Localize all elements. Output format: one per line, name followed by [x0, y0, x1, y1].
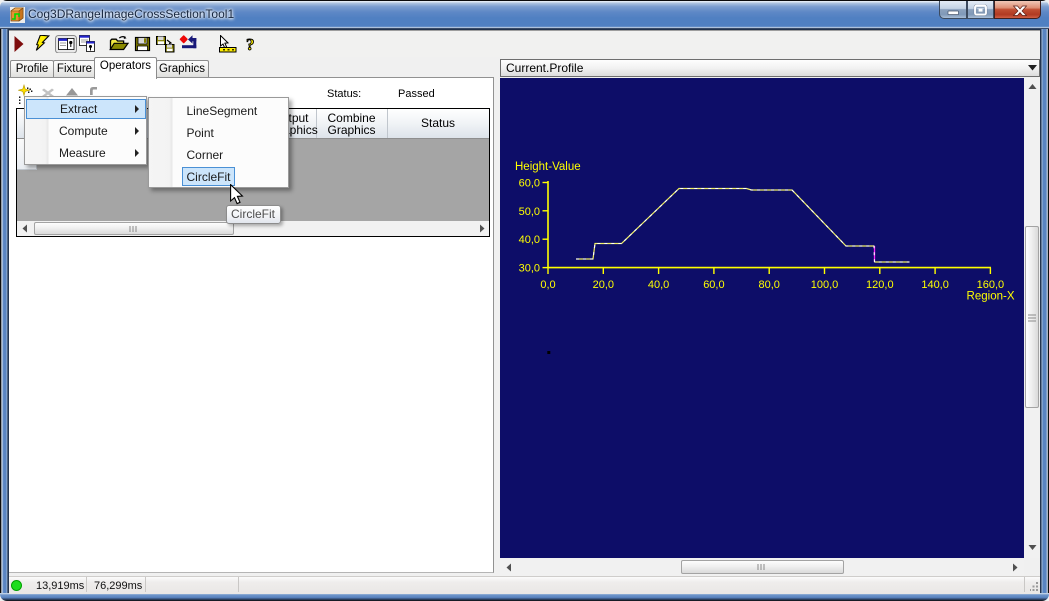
svg-text:80,0: 80,0	[758, 279, 779, 291]
svg-text:60,0: 60,0	[519, 177, 540, 189]
svg-text:30,0: 30,0	[519, 262, 540, 274]
svg-text:40,0: 40,0	[648, 279, 669, 291]
svg-text:60,0: 60,0	[703, 279, 724, 291]
svg-text:0,0: 0,0	[540, 279, 555, 291]
svg-text:Region-X: Region-X	[967, 290, 1015, 302]
svg-text:?: ?	[246, 35, 255, 53]
svg-text:120,0: 120,0	[866, 279, 894, 291]
svg-text:20,0: 20,0	[593, 279, 614, 291]
svg-text:140,0: 140,0	[921, 279, 949, 291]
svg-text:40,0: 40,0	[519, 234, 540, 246]
svg-text:Height-Value: Height-Value	[515, 161, 581, 173]
svg-text:160,0: 160,0	[977, 279, 1005, 291]
svg-text:100,0: 100,0	[811, 279, 839, 291]
svg-text:50,0: 50,0	[519, 205, 540, 217]
